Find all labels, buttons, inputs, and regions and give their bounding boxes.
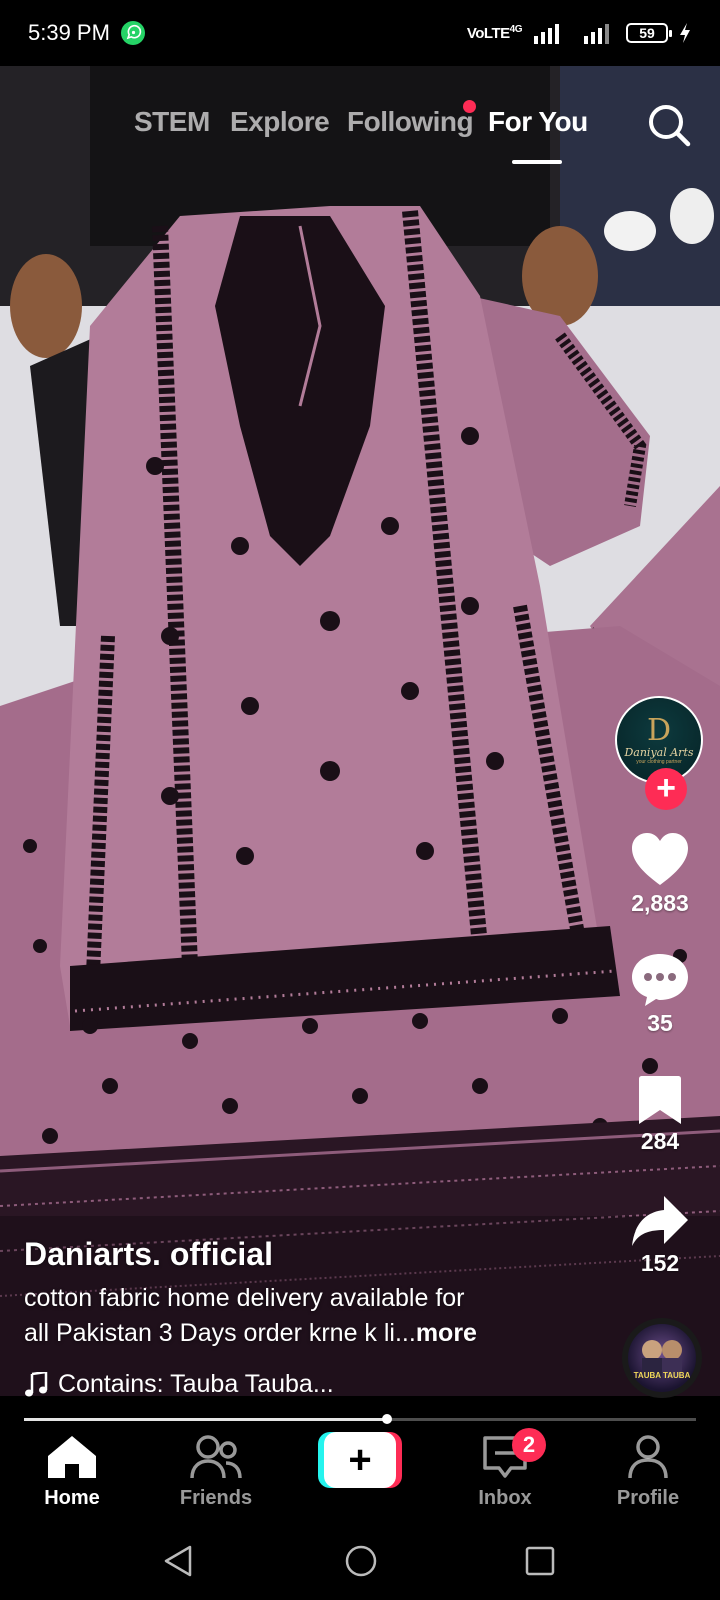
- whatsapp-icon: [120, 21, 145, 45]
- friends-icon: [190, 1435, 242, 1479]
- system-nav: [0, 1524, 720, 1600]
- avatar-brand: Daniyal Arts: [624, 745, 694, 759]
- music-note-icon: [25, 1371, 48, 1396]
- charging-icon: [680, 23, 690, 43]
- nav-inbox-label: Inbox: [478, 1487, 532, 1509]
- back-icon[interactable]: [162, 1544, 194, 1578]
- bottom-nav: Home Friends + Inbox 2 Profile: [0, 1424, 720, 1524]
- tiktok-screen: 5:39 PM VoLTE4G 59 STEM Explore Followin…: [0, 0, 720, 1600]
- like-count: 2,883: [631, 890, 689, 916]
- status-bar: 5:39 PM VoLTE4G 59: [0, 0, 720, 66]
- nav-home-label: Home: [44, 1487, 100, 1509]
- status-time: 5:39 PM: [28, 20, 110, 45]
- progress-knob[interactable]: [381, 1414, 392, 1424]
- music-info[interactable]: Contains: Tauba Tauba...: [24, 1370, 334, 1399]
- status-indicators: VoLTE4G 59: [467, 22, 692, 44]
- share-button[interactable]: 152: [600, 1194, 720, 1277]
- video-description[interactable]: cotton fabric home delivery available fo…: [24, 1281, 604, 1351]
- video-caption: Daniarts. official cotton fabric home de…: [24, 1236, 604, 1351]
- active-tab-indicator: [512, 160, 562, 164]
- avatar-tagline: your clothing partner: [636, 758, 682, 765]
- heart-icon: [632, 833, 688, 885]
- inbox-badge: 2: [512, 1428, 546, 1462]
- nav-inbox[interactable]: Inbox: [445, 1434, 565, 1510]
- home-icon: [48, 1436, 96, 1478]
- description-line-1: cotton fabric home delivery available fo…: [24, 1284, 465, 1312]
- following-notification-dot: [463, 100, 476, 113]
- nav-home[interactable]: Home: [12, 1434, 132, 1510]
- share-arrow-icon: [632, 1196, 688, 1246]
- save-button[interactable]: 284: [600, 1074, 720, 1155]
- share-count: 152: [640, 1250, 680, 1276]
- nav-friends-label: Friends: [179, 1487, 253, 1509]
- signal-icon: [584, 24, 609, 44]
- comment-button[interactable]: 35: [600, 952, 720, 1037]
- signal-icon: [534, 24, 559, 44]
- playback-progress[interactable]: [24, 1414, 696, 1424]
- recents-icon[interactable]: [524, 1544, 556, 1578]
- music-title: Contains: Tauba Tauba...: [58, 1370, 334, 1398]
- creator-username[interactable]: Daniarts. official: [24, 1236, 604, 1273]
- description-line-2: all Pakistan 3 Days order krne k li...: [24, 1319, 416, 1347]
- tab-stem[interactable]: STEM: [134, 106, 210, 138]
- bookmark-icon: [639, 1076, 681, 1124]
- music-cover-art: [642, 1340, 682, 1378]
- save-count: 284: [640, 1128, 680, 1154]
- nav-friends[interactable]: Friends: [156, 1434, 276, 1510]
- tab-explore[interactable]: Explore: [230, 106, 330, 138]
- profile-icon: [628, 1435, 668, 1479]
- tab-following[interactable]: Following: [347, 106, 474, 138]
- music-disc[interactable]: TAUBA TAUBA: [622, 1318, 702, 1398]
- progress-fill: [24, 1418, 387, 1421]
- like-button[interactable]: 2,883: [600, 832, 720, 917]
- more-link[interactable]: more: [416, 1319, 477, 1347]
- home-circle-icon[interactable]: [344, 1544, 378, 1578]
- nav-profile-label: Profile: [616, 1487, 680, 1509]
- comment-count: 35: [647, 1010, 673, 1036]
- plus-icon: +: [324, 1432, 396, 1488]
- nav-profile[interactable]: Profile: [588, 1434, 708, 1510]
- tab-for-you[interactable]: For You: [488, 106, 588, 138]
- feed-tabs: STEM Explore Following For You: [0, 98, 720, 168]
- network-label: VoLTE4G: [466, 24, 523, 42]
- avatar-logo-initial: D: [646, 712, 672, 748]
- follow-button[interactable]: +: [645, 768, 687, 810]
- create-button[interactable]: +: [318, 1432, 402, 1488]
- battery-icon: 59: [626, 23, 672, 43]
- search-icon[interactable]: [646, 102, 692, 148]
- music-cover-text: TAUBA TAUBA: [633, 1371, 691, 1380]
- comment-icon: [632, 954, 688, 1006]
- creator-avatar-wrap[interactable]: D Daniyal Arts your clothing partner +: [615, 696, 705, 810]
